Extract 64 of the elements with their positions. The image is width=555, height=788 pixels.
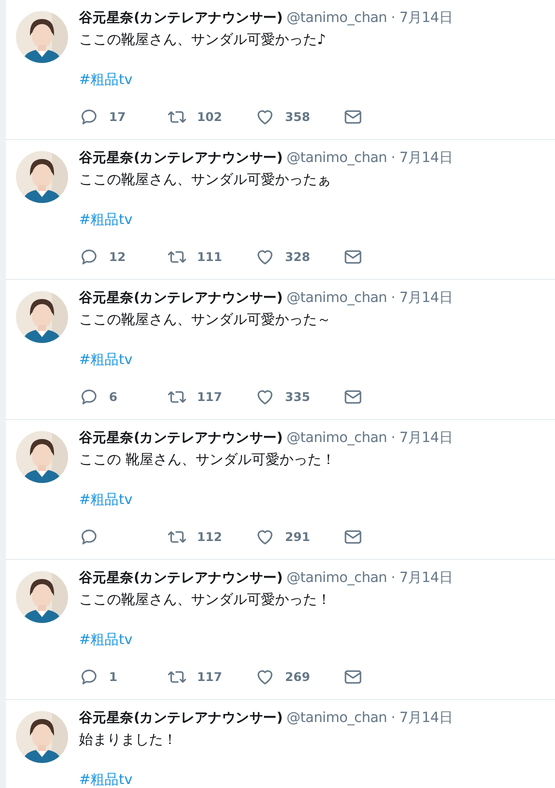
tweet-text: ここの靴屋さん、サンダル可愛かったぁ	[79, 171, 332, 189]
like-count: 291	[285, 530, 310, 544]
author-handle[interactable]: @tanimo_chan	[286, 430, 388, 446]
reply-icon	[79, 387, 99, 407]
like-button[interactable]	[255, 667, 275, 687]
reply-icon	[79, 247, 99, 267]
author-name[interactable]: 谷元星奈(カンテレアナウンサー)	[79, 569, 283, 587]
like-button[interactable]	[255, 247, 275, 267]
tweet-date[interactable]: · 7月14日	[391, 149, 453, 167]
heart-icon	[255, 107, 275, 127]
reply-icon	[79, 527, 99, 547]
author-handle[interactable]: @tanimo_chan	[286, 570, 388, 586]
reply-count: 17	[109, 110, 126, 124]
author-name[interactable]: 谷元星奈(カンテレアナウンサー)	[79, 289, 283, 307]
reply-icon	[79, 667, 99, 687]
tweet-text: ここの靴屋さん、サンダル可愛かった！	[79, 591, 332, 609]
reply-icon	[79, 107, 99, 127]
reply-button[interactable]	[79, 247, 99, 267]
like-button[interactable]	[255, 107, 275, 127]
heart-icon	[255, 527, 275, 547]
like-count: 269	[285, 670, 310, 684]
tweet-date[interactable]: · 7月14日	[391, 9, 453, 27]
author-name[interactable]: 谷元星奈(カンテレアナウンサー)	[79, 9, 283, 27]
tweet-text: 始まりました！	[79, 731, 178, 749]
author-name[interactable]: 谷元星奈(カンテレアナウンサー)	[79, 429, 283, 447]
reply-button[interactable]	[79, 527, 99, 547]
retweet-count: 111	[197, 250, 222, 264]
tweet-date[interactable]: · 7月14日	[391, 289, 453, 307]
heart-icon	[255, 387, 275, 407]
reply-count: 6	[109, 390, 118, 404]
author-name[interactable]: 谷元星奈(カンテレアナウンサー)	[79, 709, 283, 727]
hashtag-link[interactable]: #粗品tv	[79, 771, 133, 788]
tweet-date[interactable]: · 7月14日	[391, 709, 453, 727]
author-handle[interactable]: @tanimo_chan	[286, 710, 388, 726]
reply-button[interactable]	[79, 667, 99, 687]
hashtag-link[interactable]: #粗品tv	[79, 351, 133, 369]
author-handle[interactable]: @tanimo_chan	[286, 10, 388, 26]
retweet-count: 102	[197, 110, 222, 124]
tweet-text: ここの 靴屋さん、サンダル可愛かった！	[79, 451, 336, 469]
reply-button[interactable]	[79, 387, 99, 407]
tweet-text: ここの靴屋さん、サンダル可愛かった♪	[79, 31, 327, 49]
like-count: 335	[285, 390, 310, 404]
like-count: 328	[285, 250, 310, 264]
like-count: 358	[285, 110, 310, 124]
author-handle[interactable]: @tanimo_chan	[286, 150, 388, 166]
tweet-date[interactable]: · 7月14日	[391, 429, 453, 447]
like-button[interactable]	[255, 387, 275, 407]
retweet-count: 117	[197, 670, 222, 684]
like-button[interactable]	[255, 527, 275, 547]
hashtag-link[interactable]: #粗品tv	[79, 631, 133, 649]
author-handle[interactable]: @tanimo_chan	[286, 290, 388, 306]
heart-icon	[255, 667, 275, 687]
hashtag-link[interactable]: #粗品tv	[79, 211, 133, 229]
heart-icon	[255, 247, 275, 267]
tweet-date[interactable]: · 7月14日	[391, 569, 453, 587]
reply-button[interactable]	[79, 107, 99, 127]
retweet-count: 112	[197, 530, 222, 544]
hashtag-link[interactable]: #粗品tv	[79, 491, 133, 509]
hashtag-link[interactable]: #粗品tv	[79, 71, 133, 89]
author-name[interactable]: 谷元星奈(カンテレアナウンサー)	[79, 149, 283, 167]
reply-count: 12	[109, 250, 126, 264]
tweet-text: ここの靴屋さん、サンダル可愛かった～	[79, 311, 332, 329]
reply-count: 1	[109, 670, 118, 684]
retweet-count: 117	[197, 390, 222, 404]
